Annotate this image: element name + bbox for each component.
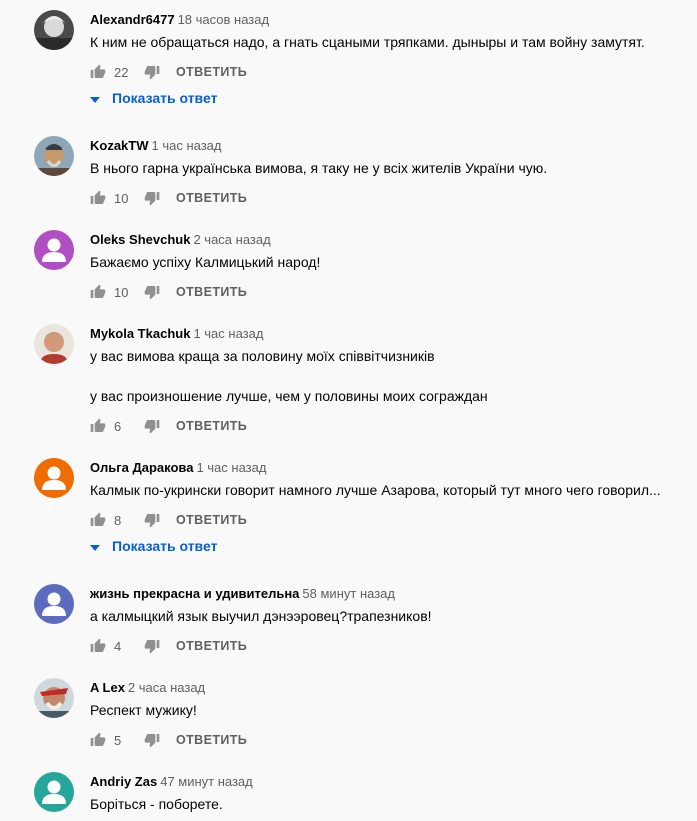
comment-toolbar: 10 ОТВЕТИТЬ	[90, 188, 247, 208]
comment-toolbar: 4 ОТВЕТИТЬ	[90, 636, 247, 656]
comment-text: у вас произношение лучше, чем у половины…	[90, 388, 488, 404]
thumbs-up-icon[interactable]	[90, 732, 106, 748]
reply-button[interactable]: ОТВЕТИТЬ	[176, 639, 247, 653]
comment-header: Mykola Tkachuk 1 час назад	[90, 326, 263, 341]
comment-text: Боріться - поборете.	[90, 796, 223, 812]
author-name[interactable]: Andriy Zas	[90, 774, 157, 789]
like-count: 6	[114, 418, 122, 434]
avatar[interactable]	[34, 10, 74, 50]
avatar[interactable]	[34, 584, 74, 624]
avatar[interactable]	[34, 678, 74, 718]
avatar[interactable]	[34, 458, 74, 498]
comment-toolbar: 10 ОТВЕТИТЬ	[90, 282, 247, 302]
author-name[interactable]: жизнь прекрасна и удивительна	[90, 586, 299, 601]
timestamp[interactable]: 2 часа назад	[128, 680, 205, 695]
thumbs-down-icon[interactable]	[144, 284, 160, 300]
author-name[interactable]: Ольга Даракова	[90, 460, 193, 475]
chevron-down-icon	[90, 538, 100, 554]
comment-header: Ольга Даракова 1 час назад	[90, 460, 266, 475]
reply-button[interactable]: ОТВЕТИТЬ	[176, 65, 247, 79]
thumbs-down-icon[interactable]	[144, 732, 160, 748]
timestamp[interactable]: 58 минут назад	[302, 586, 395, 601]
author-name[interactable]: Oleks Shevchuk	[90, 232, 190, 247]
reply-button[interactable]: ОТВЕТИТЬ	[176, 191, 247, 205]
like-count: 5	[114, 732, 122, 748]
timestamp[interactable]: 1 час назад	[193, 326, 263, 341]
avatar[interactable]	[34, 230, 74, 270]
like-count: 10	[114, 190, 129, 206]
comment-text: Респект мужику!	[90, 702, 197, 718]
comment-toolbar: 6 ОТВЕТИТЬ	[90, 416, 247, 436]
comment-header: Alexandr6477 18 часов назад	[90, 12, 269, 27]
chevron-down-icon	[90, 90, 100, 106]
comment-header: KozakTW 1 час назад	[90, 138, 222, 153]
reply-button[interactable]: ОТВЕТИТЬ	[176, 285, 247, 299]
avatar[interactable]	[34, 324, 74, 364]
timestamp[interactable]: 2 часа назад	[193, 232, 270, 247]
author-name[interactable]: KozakTW	[90, 138, 149, 153]
thumbs-up-icon[interactable]	[90, 64, 106, 80]
comment-toolbar: 22 ОТВЕТИТЬ	[90, 62, 247, 82]
comment-header: Andriy Zas 47 минут назад	[90, 774, 253, 789]
thumbs-down-icon[interactable]	[144, 638, 160, 654]
thumbs-down-icon[interactable]	[144, 512, 160, 528]
like-count: 22	[114, 64, 129, 80]
thumbs-up-icon[interactable]	[90, 512, 106, 528]
comment-text: у вас вимова краща за половину моїх спів…	[90, 348, 435, 364]
show-reply-label: Показать ответ	[112, 538, 218, 554]
comment-header: A Lex 2 часа назад	[90, 680, 205, 695]
thumbs-up-icon[interactable]	[90, 638, 106, 654]
thumbs-up-icon[interactable]	[90, 190, 106, 206]
thumbs-down-icon[interactable]	[144, 418, 160, 434]
timestamp[interactable]: 47 минут назад	[160, 774, 253, 789]
comment-header: жизнь прекрасна и удивительна 58 минут на…	[90, 586, 395, 601]
comment-text: В нього гарна українська вимова, я таку …	[90, 160, 548, 176]
reply-button[interactable]: ОТВЕТИТЬ	[176, 513, 247, 527]
author-name[interactable]: Alexandr6477	[90, 12, 175, 27]
show-reply-button[interactable]: Показать ответ	[90, 538, 217, 554]
author-name[interactable]: Mykola Tkachuk	[90, 326, 190, 341]
reply-button[interactable]: ОТВЕТИТЬ	[176, 733, 247, 747]
thumbs-down-icon[interactable]	[144, 64, 160, 80]
avatar[interactable]	[34, 772, 74, 812]
comment-toolbar: 5 ОТВЕТИТЬ	[90, 730, 247, 750]
thumbs-up-icon[interactable]	[90, 418, 106, 434]
reply-button[interactable]: ОТВЕТИТЬ	[176, 419, 247, 433]
timestamp[interactable]: 1 час назад	[152, 138, 222, 153]
like-count: 4	[114, 638, 122, 654]
comment-header: Oleks Shevchuk 2 часа назад	[90, 232, 271, 247]
thumbs-down-icon[interactable]	[144, 190, 160, 206]
timestamp[interactable]: 1 час назад	[196, 460, 266, 475]
comment-text: Калмык по-укрински говорит намного лучше…	[90, 482, 661, 498]
avatar[interactable]	[34, 136, 74, 176]
like-count: 8	[114, 512, 122, 528]
timestamp[interactable]: 18 часов назад	[178, 12, 270, 27]
comment-toolbar: 8 ОТВЕТИТЬ	[90, 510, 247, 530]
comment-text: Бажаємо успіху Калмицький народ!	[90, 254, 321, 270]
author-name[interactable]: A Lex	[90, 680, 125, 695]
show-reply-button[interactable]: Показать ответ	[90, 90, 217, 106]
like-count: 10	[114, 284, 129, 300]
show-reply-label: Показать ответ	[112, 90, 218, 106]
comment-text: К ним не обращаться надо, а гнать сцаным…	[90, 34, 645, 50]
comment-text: а калмыцкий язык выучил дэнээровец?трапе…	[90, 608, 432, 624]
thumbs-up-icon[interactable]	[90, 284, 106, 300]
